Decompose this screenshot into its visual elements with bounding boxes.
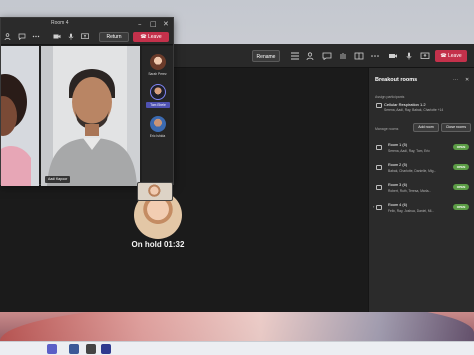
- self-view-video[interactable]: [137, 182, 173, 201]
- participant-name-tag: Aadi Kapoor: [45, 176, 71, 183]
- panel-close-icon[interactable]: ✕: [465, 77, 469, 83]
- share-screen-icon[interactable]: [420, 52, 430, 60]
- room-participants: Felix, Ray, Joshua, Daniel, Mi...: [388, 209, 435, 213]
- room-leave-label: Leave: [148, 34, 162, 40]
- breakout-room-window: Room 4 – □ ✕ Return ☎ Leave Aadi Kapoor …: [0, 17, 174, 201]
- participant-video: [41, 46, 140, 186]
- topic-room-icon: [376, 103, 382, 108]
- room-status-badge: OPEN: [453, 184, 469, 190]
- return-button[interactable]: Return: [99, 32, 129, 42]
- camera-icon[interactable]: [388, 52, 398, 60]
- room-item[interactable]: Room 1 (5) Serena, Aadi, Ray, Tom, Eric …: [375, 142, 471, 160]
- panel-more-icon[interactable]: ···: [453, 77, 458, 83]
- room-icon: [376, 165, 382, 170]
- video-tile[interactable]: Aadi Kapoor: [41, 46, 140, 186]
- topic-title: Cellular Respiration 1.2: [384, 102, 426, 107]
- room-name: Room 2 (5): [388, 163, 407, 167]
- breakout-rooms-panel: Breakout rooms ··· ✕ Assign participants…: [368, 68, 474, 312]
- main-leave-button[interactable]: ☎ Leave: [435, 50, 467, 62]
- add-room-button[interactable]: Add room: [413, 123, 439, 132]
- breakout-rooms-icon[interactable]: [354, 52, 364, 60]
- room-participants: Serena, Aadi, Ray, Tom, Eric: [388, 149, 430, 153]
- people-icon[interactable]: [4, 33, 12, 40]
- room-name: Room 4 (6): [388, 203, 407, 207]
- manage-rooms-label: Manage rooms: [375, 127, 399, 131]
- room-item[interactable]: Room 3 (6) Robert, Ruth, Teresa, Marla..…: [375, 182, 471, 200]
- chevron-right-icon: ›: [373, 204, 375, 209]
- participant-roster: Sarah Perez Tom Ebele Eric Ishida: [142, 46, 173, 186]
- share-screen-icon[interactable]: [81, 33, 89, 40]
- main-leave-label: Leave: [448, 53, 462, 59]
- room-item[interactable]: Room 2 (5) Babak, Charlotte, Danielle, M…: [375, 162, 471, 180]
- room-name: Room 1 (5): [388, 143, 407, 147]
- room-icon: [376, 185, 382, 190]
- facebook-taskbar-icon[interactable]: [69, 344, 79, 354]
- hang-up-icon: ☎: [440, 53, 448, 59]
- room-status-badge: OPEN: [453, 144, 469, 150]
- room-participants: Babak, Charlotte, Danielle, Mig...: [388, 169, 437, 173]
- room-window-toolbar: Return ☎ Leave: [1, 29, 173, 45]
- room-leave-button[interactable]: ☎ Leave: [133, 32, 169, 42]
- raise-hand-icon[interactable]: [338, 52, 348, 60]
- avatar[interactable]: [150, 54, 166, 70]
- room-window-title: Room 4: [51, 20, 69, 26]
- microphone-icon[interactable]: [404, 52, 414, 60]
- teams-taskbar-icon[interactable]: [47, 344, 57, 354]
- room-item[interactable]: › Room 4 (6) Felix, Ray, Joshua, Daniel,…: [373, 202, 471, 220]
- room-name: Room 3 (6): [388, 183, 407, 187]
- microphone-icon[interactable]: [67, 33, 75, 40]
- list-icon[interactable]: [290, 52, 300, 60]
- room-participants: Robert, Ruth, Teresa, Marla...: [388, 189, 432, 193]
- room-window-titlebar: Room 4 – □ ✕: [1, 18, 173, 29]
- room-status-badge: OPEN: [453, 204, 469, 210]
- app-taskbar-icon[interactable]: [101, 344, 111, 354]
- people-icon[interactable]: [306, 52, 316, 60]
- breakout-topic[interactable]: Cellular Respiration 1.2 Serena, Aadi, R…: [375, 101, 469, 115]
- room-icon: [376, 205, 382, 210]
- more-options-icon[interactable]: [32, 33, 40, 40]
- avatar[interactable]: [150, 84, 166, 100]
- taskbar: [0, 341, 474, 355]
- camera-icon[interactable]: [53, 33, 61, 40]
- breakout-panel-title: Breakout rooms: [375, 77, 418, 83]
- chat-icon[interactable]: [18, 33, 26, 40]
- topic-participants: Serena, Aadi, Ray, Babak, Charlotte +14: [384, 108, 444, 112]
- on-hold-status: On hold 01:32: [131, 240, 185, 249]
- hang-up-icon: ☎: [140, 34, 148, 40]
- more-options-icon[interactable]: [370, 52, 380, 60]
- roster-name: Eric Ishida: [149, 134, 166, 138]
- room-icon: [376, 145, 382, 150]
- rename-button[interactable]: Rename: [252, 50, 280, 62]
- roster-name: Sarah Perez: [148, 72, 167, 76]
- avatar[interactable]: [150, 116, 166, 132]
- video-tile[interactable]: [1, 46, 39, 186]
- close-rooms-button[interactable]: Close rooms: [441, 123, 471, 132]
- chat-icon[interactable]: [322, 52, 332, 60]
- participant-video: [1, 46, 39, 186]
- assign-participants-label: Assign participants: [375, 95, 405, 99]
- roster-name-highlighted: Tom Ebele: [146, 102, 170, 108]
- room-status-badge: OPEN: [453, 164, 469, 170]
- camera-app-taskbar-icon[interactable]: [86, 344, 96, 354]
